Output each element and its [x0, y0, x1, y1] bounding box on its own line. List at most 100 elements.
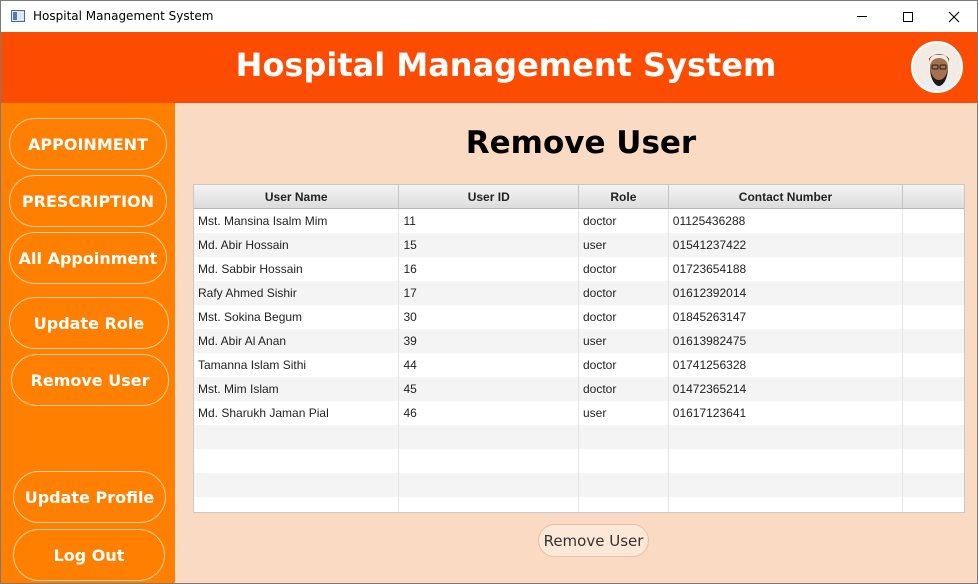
sidebar-item-all-appoinment[interactable]: All Appoinment — [9, 232, 167, 284]
table-cell — [903, 329, 964, 353]
table-cell — [903, 473, 964, 497]
table-cell — [399, 449, 579, 473]
table-row[interactable]: Rafy Ahmed Sishir 17 doctor 01612392014 — [194, 281, 964, 305]
table-cell: 44 — [399, 353, 579, 377]
table-cell: Rafy Ahmed Sishir — [194, 281, 400, 305]
sidebar-item-label: APPOINMENT — [28, 134, 148, 154]
table-row[interactable]: Md. Abir Hossain 15 user 01541237422 — [194, 233, 964, 257]
table-cell — [903, 377, 964, 401]
table-cell: 39 — [399, 329, 579, 353]
table-cell: doctor — [579, 257, 669, 281]
table-cell: Mst. Mansina Isalm Mim — [194, 209, 400, 233]
table-cell: Mst. Mim Islam — [194, 377, 400, 401]
table-cell: 01617123641 — [669, 401, 904, 425]
sidebar-item-appoinment[interactable]: APPOINMENT — [9, 118, 167, 170]
table-cell — [903, 425, 964, 449]
window-title: Hospital Management System — [33, 9, 214, 23]
table-cell — [903, 353, 964, 377]
table-cell: doctor — [579, 281, 669, 305]
app-header: Hospital Management System — [1, 32, 977, 103]
table-cell — [579, 425, 669, 449]
table-row-empty[interactable] — [194, 449, 964, 473]
table-cell: 01125436288 — [669, 209, 904, 233]
table-cell — [399, 497, 579, 512]
table-cell — [194, 473, 400, 497]
maximize-icon — [903, 11, 913, 22]
table-row-empty[interactable] — [194, 473, 964, 497]
column-header-contact-number[interactable]: Contact Number — [669, 185, 904, 208]
minimize-button[interactable] — [839, 1, 885, 32]
user-photo-icon — [913, 43, 961, 91]
table-cell — [903, 233, 964, 257]
table-cell: 01845263147 — [669, 305, 904, 329]
table-cell — [194, 497, 400, 512]
close-button[interactable] — [931, 1, 977, 32]
table-cell: 01723654188 — [669, 257, 904, 281]
close-icon — [948, 11, 960, 22]
title-bar: Hospital Management System — [1, 1, 977, 32]
avatar[interactable] — [911, 41, 963, 93]
table-row[interactable]: Md. Sabbir Hossain 16 doctor 01723654188 — [194, 257, 964, 281]
table-cell — [399, 425, 579, 449]
table-cell — [903, 449, 964, 473]
table-cell: 01613982475 — [669, 329, 904, 353]
table-cell — [903, 209, 964, 233]
sidebar: APPOINMENT PRESCRIPTION All Appoinment U… — [1, 103, 175, 583]
table-cell — [903, 401, 964, 425]
sidebar-item-label: Update Role — [33, 313, 145, 333]
table-row[interactable]: Mst. Mansina Isalm Mim 11 doctor 0112543628… — [194, 209, 964, 233]
table-cell: 11 — [399, 209, 579, 233]
table-cell: 01612392014 — [669, 281, 904, 305]
sidebar-item-update-profile[interactable]: Update Profile — [13, 471, 166, 523]
table-row[interactable]: Mst. Mim Islam 45 doctor 01472365214 — [194, 377, 964, 401]
table-cell — [579, 449, 669, 473]
users-table[interactable]: User Name User ID Role Contact Number Ms… — [193, 184, 965, 513]
table-cell — [194, 449, 400, 473]
sidebar-item-label: Log Out — [53, 545, 125, 565]
maximize-button[interactable] — [885, 1, 931, 32]
sidebar-item-label: Remove User — [30, 370, 150, 390]
sidebar-item-remove-user[interactable]: Remove User — [11, 354, 169, 406]
table-cell: 17 — [399, 281, 579, 305]
table-cell: doctor — [579, 209, 669, 233]
table-cell — [903, 497, 964, 512]
sidebar-item-update-role[interactable]: Update Role — [9, 297, 169, 349]
table-cell: Md. Abir Hossain — [194, 233, 400, 257]
table-cell — [669, 473, 904, 497]
table-cell: 46 — [399, 401, 579, 425]
table-row[interactable]: Md. Sharukh Jaman Pial 46 user 01617123641 — [194, 401, 964, 425]
column-header-role[interactable]: Role — [579, 185, 669, 208]
table-cell — [669, 449, 904, 473]
table-row[interactable]: Tamanna Islam Sithi 44 doctor 01741256328 — [194, 353, 964, 377]
remove-user-button[interactable]: Remove User — [538, 524, 649, 557]
table-cell: 01472365214 — [669, 377, 904, 401]
minimize-icon — [857, 16, 867, 17]
table-cell: Md. Abir Al Anan — [194, 329, 400, 353]
table-row-empty[interactable] — [194, 425, 964, 449]
table-cell: 15 — [399, 233, 579, 257]
table-cell: 45 — [399, 377, 579, 401]
table-cell — [903, 257, 964, 281]
sidebar-item-label: Update Profile — [24, 487, 155, 507]
main-content: Remove User User Name User ID Role Conta… — [175, 103, 977, 583]
sidebar-item-prescription[interactable]: PRESCRIPTION — [9, 175, 167, 227]
table-cell: Md. Sharukh Jaman Pial — [194, 401, 400, 425]
table-cell: Mst. Sokina Begum — [194, 305, 400, 329]
column-header-user-id[interactable]: User ID — [399, 185, 579, 208]
table-row-empty[interactable] — [194, 497, 964, 512]
table-cell: user — [579, 233, 669, 257]
sidebar-item-label: PRESCRIPTION — [21, 191, 155, 211]
table-cell: doctor — [579, 353, 669, 377]
table-cell — [669, 497, 904, 512]
sidebar-item-log-out[interactable]: Log Out — [13, 529, 165, 581]
table-cell: 30 — [399, 305, 579, 329]
table-row[interactable]: Md. Abir Al Anan 39 user 01613982475 — [194, 329, 964, 353]
table-cell — [399, 473, 579, 497]
app-window: Hospital Management System Hospital Mana… — [0, 0, 978, 584]
column-header-user-name[interactable]: User Name — [194, 185, 400, 208]
table-cell — [194, 425, 400, 449]
table-cell: doctor — [579, 305, 669, 329]
table-row[interactable]: Mst. Sokina Begum 30 doctor 01845263147 — [194, 305, 964, 329]
table-cell — [903, 305, 964, 329]
table-cell — [669, 425, 904, 449]
